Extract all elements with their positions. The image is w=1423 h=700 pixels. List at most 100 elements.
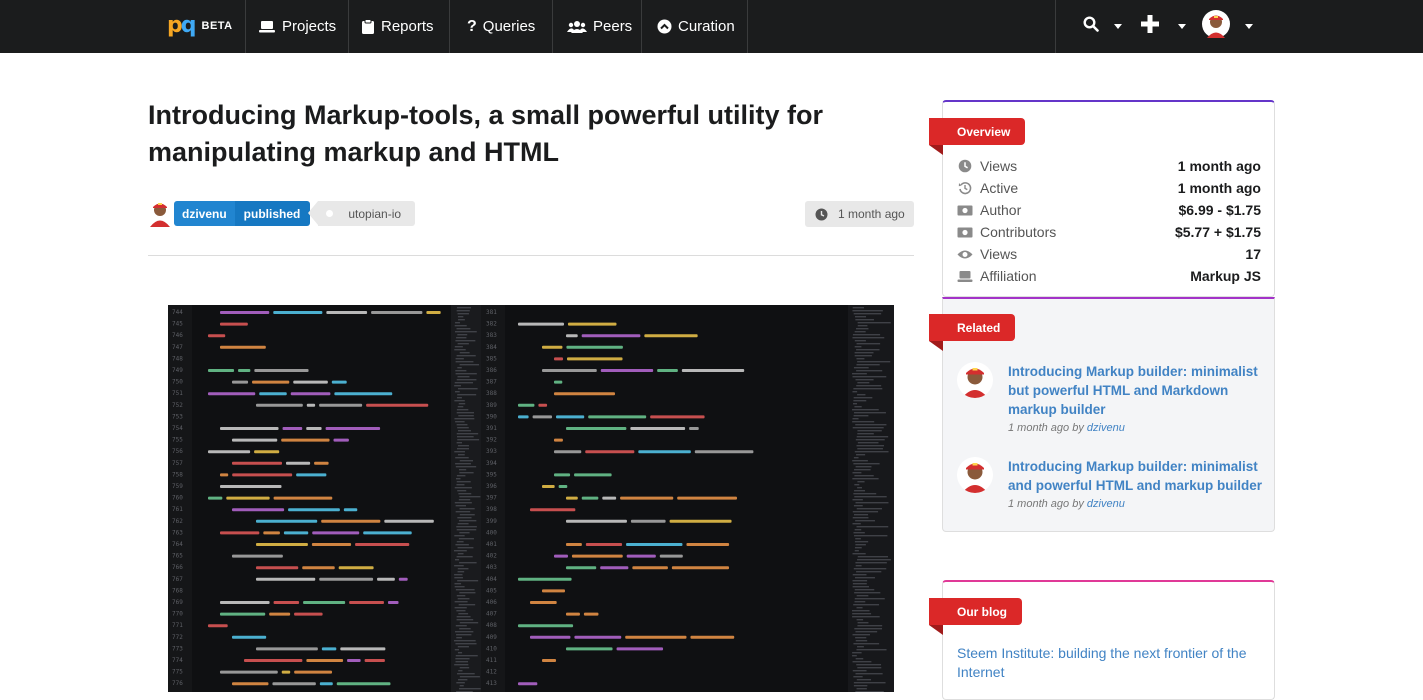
svg-text:776: 776 [172,680,183,687]
svg-text:382: 382 [486,321,497,328]
related-item-author[interactable]: dzivenu [1087,422,1125,434]
nav-queries[interactable]: ? Queries [449,0,552,53]
svg-text:772: 772 [172,634,183,641]
chevron-down-icon [1178,24,1186,29]
nav-peers[interactable]: Peers [552,0,641,53]
svg-text:774: 774 [172,657,183,664]
svg-text:381: 381 [486,309,497,316]
related-item: Introducing Markup builder: minimalist a… [957,457,1263,517]
related-item-author[interactable]: dzivenu [1087,498,1125,510]
svg-text:393: 393 [486,448,497,455]
beta-badge: BETA [201,20,233,32]
svg-text:406: 406 [486,599,497,606]
create-menu[interactable] [1140,0,1186,53]
svg-text:749: 749 [172,367,183,374]
svg-text:394: 394 [486,460,497,467]
history-icon [957,181,973,195]
blog-ribbon: Our blog [929,598,1022,635]
svg-text:386: 386 [486,367,497,374]
svg-text:767: 767 [172,576,183,583]
svg-text:773: 773 [172,645,183,652]
svg-text:747: 747 [172,344,183,351]
question-icon: ? [467,17,477,35]
svg-text:766: 766 [172,564,183,571]
svg-text:750: 750 [172,379,183,386]
svg-text:746: 746 [172,332,183,339]
nav-divider [1055,0,1056,53]
overview-row-views: Views 1 month ago [957,155,1261,177]
overview-row-active: Active 1 month ago [957,177,1261,199]
svg-text:391: 391 [486,425,497,432]
svg-text:769: 769 [172,599,183,606]
svg-text:775: 775 [172,669,183,676]
money-icon [957,227,973,238]
related-item-meta: 1 month ago by dzivenu [1008,422,1125,434]
svg-text:748: 748 [172,355,183,362]
svg-text:762: 762 [172,518,183,525]
blog-card: Our blog Steem Institute: building the n… [929,580,1275,700]
nav-projects[interactable]: Projects [245,0,348,53]
related-item-meta: 1 month ago by dzivenu [1008,498,1125,510]
top-navbar: pq BETA Projects Reports ? Queries Peers… [0,0,1423,53]
svg-text:765: 765 [172,553,183,560]
status-badge: published [234,201,311,226]
svg-text:389: 389 [486,402,497,409]
svg-text:390: 390 [486,413,497,420]
svg-text:757: 757 [172,460,183,467]
svg-text:400: 400 [486,529,497,536]
article-cover-image: 744 745 746 747 748 749 750 751 752 753 754 755 756 7… [168,305,894,692]
clipboard-icon [361,18,375,35]
blog-post-link[interactable]: Steem Institute: building the next front… [957,644,1267,682]
user-menu[interactable] [1202,0,1253,53]
chevron-down-icon [1114,24,1122,29]
svg-text:385: 385 [486,355,497,362]
svg-text:761: 761 [172,506,183,513]
related-ribbon: Related [929,314,1016,351]
svg-text:398: 398 [486,506,497,513]
svg-text:763: 763 [172,529,183,536]
svg-text:405: 405 [486,587,497,594]
nav-peers-label: Peers [593,18,633,35]
svg-text:760: 760 [172,495,183,502]
laptop-icon [258,20,276,34]
svg-text:752: 752 [172,402,183,409]
related-item-title[interactable]: Introducing Markup builder: minimalist b… [1008,362,1263,419]
nav-reports[interactable]: Reports [348,0,449,53]
tag-label[interactable]: utopian-io [308,201,416,226]
avatar[interactable] [957,457,993,493]
page-title: Introducing Markup-tools, a small powerf… [148,100,824,167]
author-avatar[interactable] [148,200,172,227]
time-label: 1 month ago [805,201,914,227]
svg-text:409: 409 [486,634,497,641]
author-label[interactable]: dzivenu [174,201,235,226]
avatar[interactable] [957,362,993,398]
nav-curation[interactable]: Curation [641,0,747,53]
search-icon [1083,16,1099,37]
overview-row-author: Author $6.99 - $1.75 [957,199,1261,221]
nav-projects-label: Projects [282,18,337,35]
overview-ribbon: Overview [929,118,1026,155]
chevron-down-icon [1245,24,1253,29]
svg-text:388: 388 [486,390,497,397]
svg-text:411: 411 [486,657,497,664]
overview-row-contributors: Contributors $5.77 + $1.75 [957,221,1261,243]
nav-reports-label: Reports [381,18,434,35]
svg-text:387: 387 [486,379,497,386]
overview-row-views-count: Views 17 [957,243,1261,265]
chevron-circle-up-icon [657,19,672,34]
search-menu[interactable] [1083,0,1122,53]
svg-text:768: 768 [172,587,183,594]
related-item-title[interactable]: Introducing Markup builder: minimalist a… [1008,457,1263,495]
svg-text:403: 403 [486,564,497,571]
svg-text:754: 754 [172,425,183,432]
tag-label-text: utopian-io [348,206,402,221]
svg-text:392: 392 [486,437,497,444]
site-logo[interactable]: pq BETA [167,14,233,38]
money-icon [957,205,973,216]
time-label-text: 1 month ago [838,207,905,221]
nav-divider [747,0,748,53]
svg-text:410: 410 [486,645,497,652]
svg-text:758: 758 [172,471,183,478]
svg-text:412: 412 [486,669,497,676]
svg-text:751: 751 [172,390,183,397]
